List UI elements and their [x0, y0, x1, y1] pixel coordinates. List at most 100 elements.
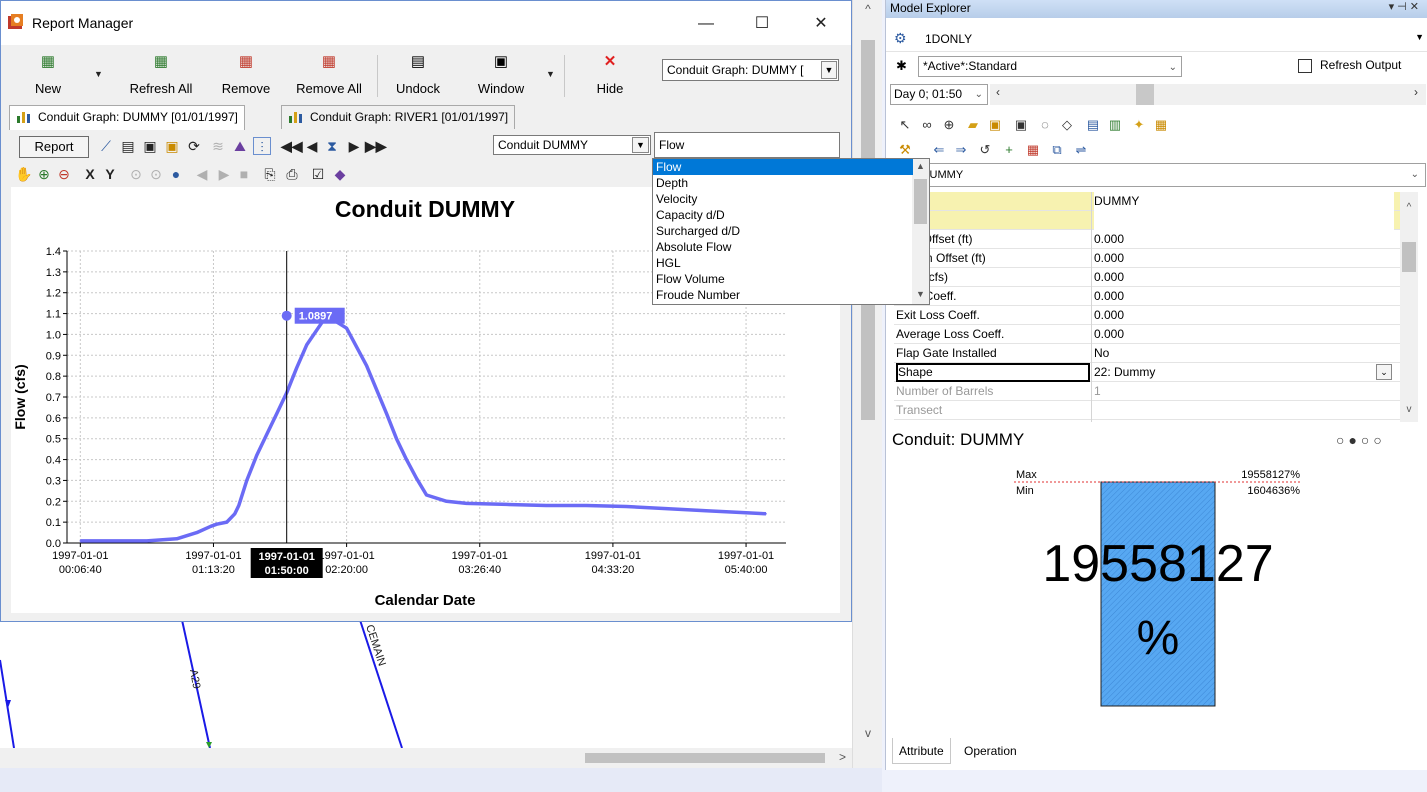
chevron-down-icon[interactable]: ▼ — [821, 61, 837, 79]
time-slider[interactable]: ‹ › — [990, 84, 1426, 105]
scroll-up-arrow[interactable]: ^ — [1400, 202, 1418, 213]
zoom-in-icon[interactable]: ⊕ — [35, 165, 53, 183]
history-icon[interactable]: ↺ — [976, 141, 994, 159]
property-row[interactable]: stream Offset (ft) 0.000 — [894, 249, 1400, 268]
zoom-previous-icon[interactable]: ⊙ — [147, 165, 165, 183]
page-indicator-dots[interactable]: ○●○○ — [1336, 432, 1386, 448]
property-value[interactable]: 22: Dummy — [1094, 363, 1394, 382]
scroll-thumb[interactable] — [914, 179, 927, 224]
globe-icon[interactable]: ● — [167, 165, 185, 183]
property-scrollbar[interactable]: ^ v — [1400, 192, 1418, 422]
property-row[interactable]: eam Offset (ft) 0.000 — [894, 230, 1400, 249]
forward-icon[interactable]: ⇒ — [952, 141, 970, 159]
scroll-thumb[interactable] — [1402, 242, 1416, 272]
next-frame-icon[interactable]: ▶ — [345, 137, 363, 155]
series-icon[interactable]: ≋ — [209, 137, 227, 155]
previous-frame-icon[interactable]: ◀ — [303, 137, 321, 155]
new-button[interactable]: ▦ New — [27, 49, 69, 99]
project-row[interactable]: ⚙ 1DONLY ▼ — [886, 26, 1427, 52]
maximize-button[interactable]: ☐ — [739, 9, 785, 39]
hide-button[interactable]: ✕ Hide — [585, 49, 635, 99]
lasso-icon[interactable]: ◌ — [1036, 116, 1054, 134]
first-frame-icon[interactable]: ◀◀ — [281, 137, 303, 155]
time-step-selector[interactable]: Day 0; 01:50 ⌄ — [890, 84, 988, 105]
stop-icon[interactable]: ■ — [235, 165, 253, 183]
report-button[interactable]: Report — [19, 136, 89, 158]
dropdown-scrollbar[interactable]: ▲ ▼ — [912, 159, 929, 304]
scroll-down-arrow[interactable]: v — [853, 726, 883, 740]
panel-title-bar[interactable]: Model Explorer — [886, 0, 1427, 18]
slider-right-arrow[interactable]: › — [1414, 85, 1418, 99]
property-row[interactable]: Flow (cfs)0.000 — [894, 268, 1400, 287]
scroll-up-arrow[interactable]: ^ — [853, 2, 883, 16]
refresh-all-button[interactable]: ▦ Refresh All — [123, 49, 199, 99]
pan-hand-icon[interactable]: ✋ — [15, 165, 33, 183]
variable-option[interactable]: Velocity — [653, 191, 913, 207]
tab-conduit-graph-dummy[interactable]: Conduit Graph: DUMMY [01/01/1997] — [9, 105, 245, 130]
variable-option[interactable]: HGL — [653, 255, 913, 271]
vertical-cursor-icon[interactable]: ⫶ — [253, 137, 271, 155]
zoom-icon[interactable]: ⊕ — [940, 116, 958, 134]
line-graph-icon[interactable]: ⟋ — [97, 137, 115, 155]
variable-option[interactable]: Surcharged d/D — [653, 223, 913, 239]
chevron-down-icon[interactable]: ▼ — [1415, 32, 1424, 42]
chevron-down-icon[interactable]: ⌄ — [975, 85, 983, 104]
property-row[interactable]: Transect — [894, 401, 1400, 420]
map-horizontal-scrollbar[interactable]: > — [0, 748, 852, 768]
map-vertical-scrollbar[interactable]: ^ v — [852, 0, 882, 768]
save-icon[interactable]: ▣ — [141, 137, 159, 155]
last-frame-icon[interactable]: ▶▶ — [365, 137, 387, 155]
variable-option[interactable]: Absolute Flow — [653, 239, 913, 255]
print-icon[interactable]: ⎙ — [283, 165, 301, 183]
save-all-icon[interactable]: ▣ — [163, 137, 181, 155]
property-row[interactable]: Loss Coeff.0.000 — [894, 287, 1400, 306]
network-icon[interactable]: ⧉ — [1048, 141, 1066, 159]
refresh-output-checkbox[interactable] — [1298, 59, 1312, 73]
book-icon[interactable]: ◆ — [331, 165, 349, 183]
property-row[interactable]: Flap Gate Installed No — [894, 344, 1400, 363]
variable-option[interactable]: Flow Volume — [653, 271, 913, 287]
zoom-extent-icon[interactable]: ⊙ — [127, 165, 145, 183]
conduit-selector[interactable]: Conduit DUMMY ▼ — [493, 135, 651, 155]
link-icon[interactable]: ∞ — [918, 116, 936, 134]
slider-left-arrow[interactable]: ‹ — [996, 85, 1000, 99]
properties-icon[interactable]: ☑ — [309, 165, 327, 183]
eraser-icon[interactable]: ◇ — [1058, 116, 1076, 134]
add-id-icon[interactable]: + — [1000, 141, 1018, 159]
tab-operation[interactable]: Operation — [958, 738, 1023, 764]
variable-selector[interactable]: Flow — [654, 132, 840, 158]
new-item-icon[interactable]: ▣ — [986, 116, 1004, 134]
link-tool-icon[interactable]: ⇌ — [1072, 141, 1090, 159]
scenario-selector[interactable]: *Active*:Standard ⌄ — [918, 56, 1182, 77]
scroll-thumb[interactable] — [585, 753, 825, 763]
remove-button[interactable]: ▦ Remove — [215, 49, 277, 99]
title-bar[interactable]: Report Manager — ☐ ✕ — [1, 1, 851, 45]
scroll-down-arrow[interactable]: ▼ — [912, 289, 929, 299]
remove-all-button[interactable]: ▦ Remove All — [288, 49, 370, 99]
property-row[interactable]: Average Loss Coeff. 0.000 — [894, 325, 1400, 344]
hammer-icon[interactable]: ⚒ — [896, 141, 914, 159]
variable-option[interactable]: Depth — [653, 175, 913, 191]
panel-title-buttons[interactable]: ▾ ⊣ ✕ — [1389, 0, 1419, 13]
variable-option[interactable]: Froude Number — [653, 287, 913, 303]
copy-icon[interactable]: ▤ — [119, 137, 137, 155]
property-row[interactable]: DUMMY — [894, 192, 1400, 211]
chevron-down-icon[interactable]: ⌄ — [1169, 58, 1177, 77]
play-icon[interactable]: ▶ — [215, 165, 233, 183]
property-row[interactable]: ription — [894, 211, 1400, 230]
variable-option[interactable]: Capacity d/D — [653, 207, 913, 223]
table-icon[interactable]: ▦ — [1024, 141, 1042, 159]
refresh-icon[interactable]: ⟳ — [185, 137, 203, 155]
property-row[interactable]: Max. Flow (cfs) 0.000 — [894, 420, 1400, 422]
map-link[interactable] — [359, 619, 403, 749]
variable-option[interactable]: Flow — [653, 159, 913, 175]
slider-thumb[interactable] — [1136, 84, 1154, 105]
layers-icon[interactable]: ▦ — [1152, 116, 1170, 134]
scroll-up-arrow[interactable]: ▲ — [912, 161, 929, 171]
property-row[interactable]: Number of Barrels 1 — [894, 382, 1400, 401]
graph-icon[interactable]: ▥ — [1106, 116, 1124, 134]
tab-attribute[interactable]: Attribute — [892, 738, 951, 764]
property-row[interactable]: Exit Loss Coeff. 0.000 — [894, 306, 1400, 325]
property-row[interactable]: Shape 22: Dummy ⌄ — [894, 363, 1400, 382]
chevron-down-icon[interactable]: ⌄ — [1376, 364, 1392, 380]
